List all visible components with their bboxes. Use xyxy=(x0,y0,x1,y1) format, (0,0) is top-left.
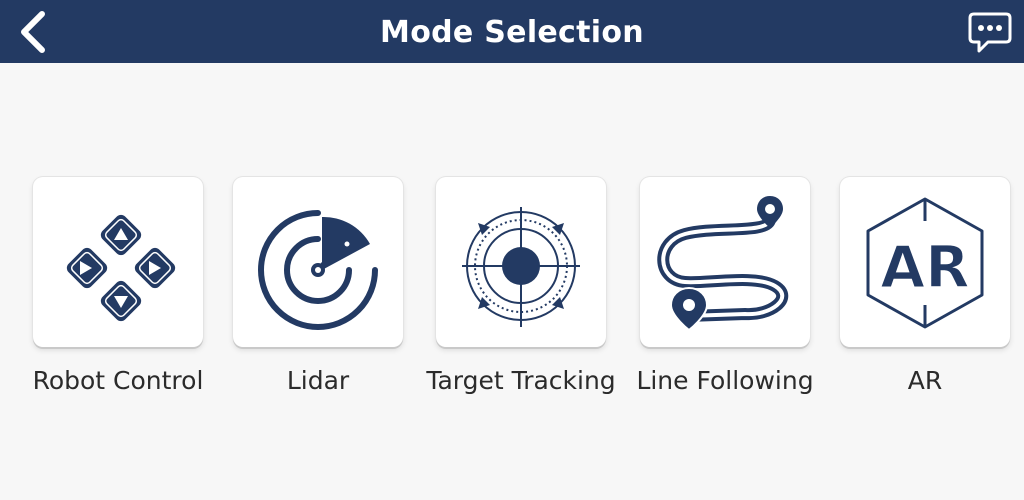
mode-lidar[interactable]: Lidar xyxy=(233,177,403,395)
radar-icon xyxy=(258,210,378,330)
mode-robot-control[interactable]: Robot Control xyxy=(33,177,203,395)
mode-ar[interactable]: AR AR xyxy=(840,177,1010,395)
crosshair-icon xyxy=(462,207,580,327)
mode-label: Lidar xyxy=(286,366,350,395)
mode-card[interactable] xyxy=(436,177,606,347)
route-icon xyxy=(657,196,789,332)
dpad-icon xyxy=(66,214,176,322)
mode-card[interactable]: AR xyxy=(840,177,1010,347)
ar-hexagon-icon: AR xyxy=(866,197,984,329)
mode-label: Line Following xyxy=(636,366,814,395)
mode-label: Target Tracking xyxy=(426,366,616,395)
mode-card[interactable] xyxy=(640,177,810,347)
mode-label: AR xyxy=(907,366,943,395)
mode-line-following[interactable]: Line Following xyxy=(636,177,814,395)
svg-text:AR: AR xyxy=(880,233,970,301)
mode-card[interactable] xyxy=(33,177,203,347)
mode-card[interactable] xyxy=(233,177,403,347)
mode-target-tracking[interactable]: Target Tracking xyxy=(426,177,616,395)
mode-label: Robot Control xyxy=(32,366,204,395)
mode-list: Robot Control Lidar Target Tracking Line… xyxy=(0,0,1024,500)
